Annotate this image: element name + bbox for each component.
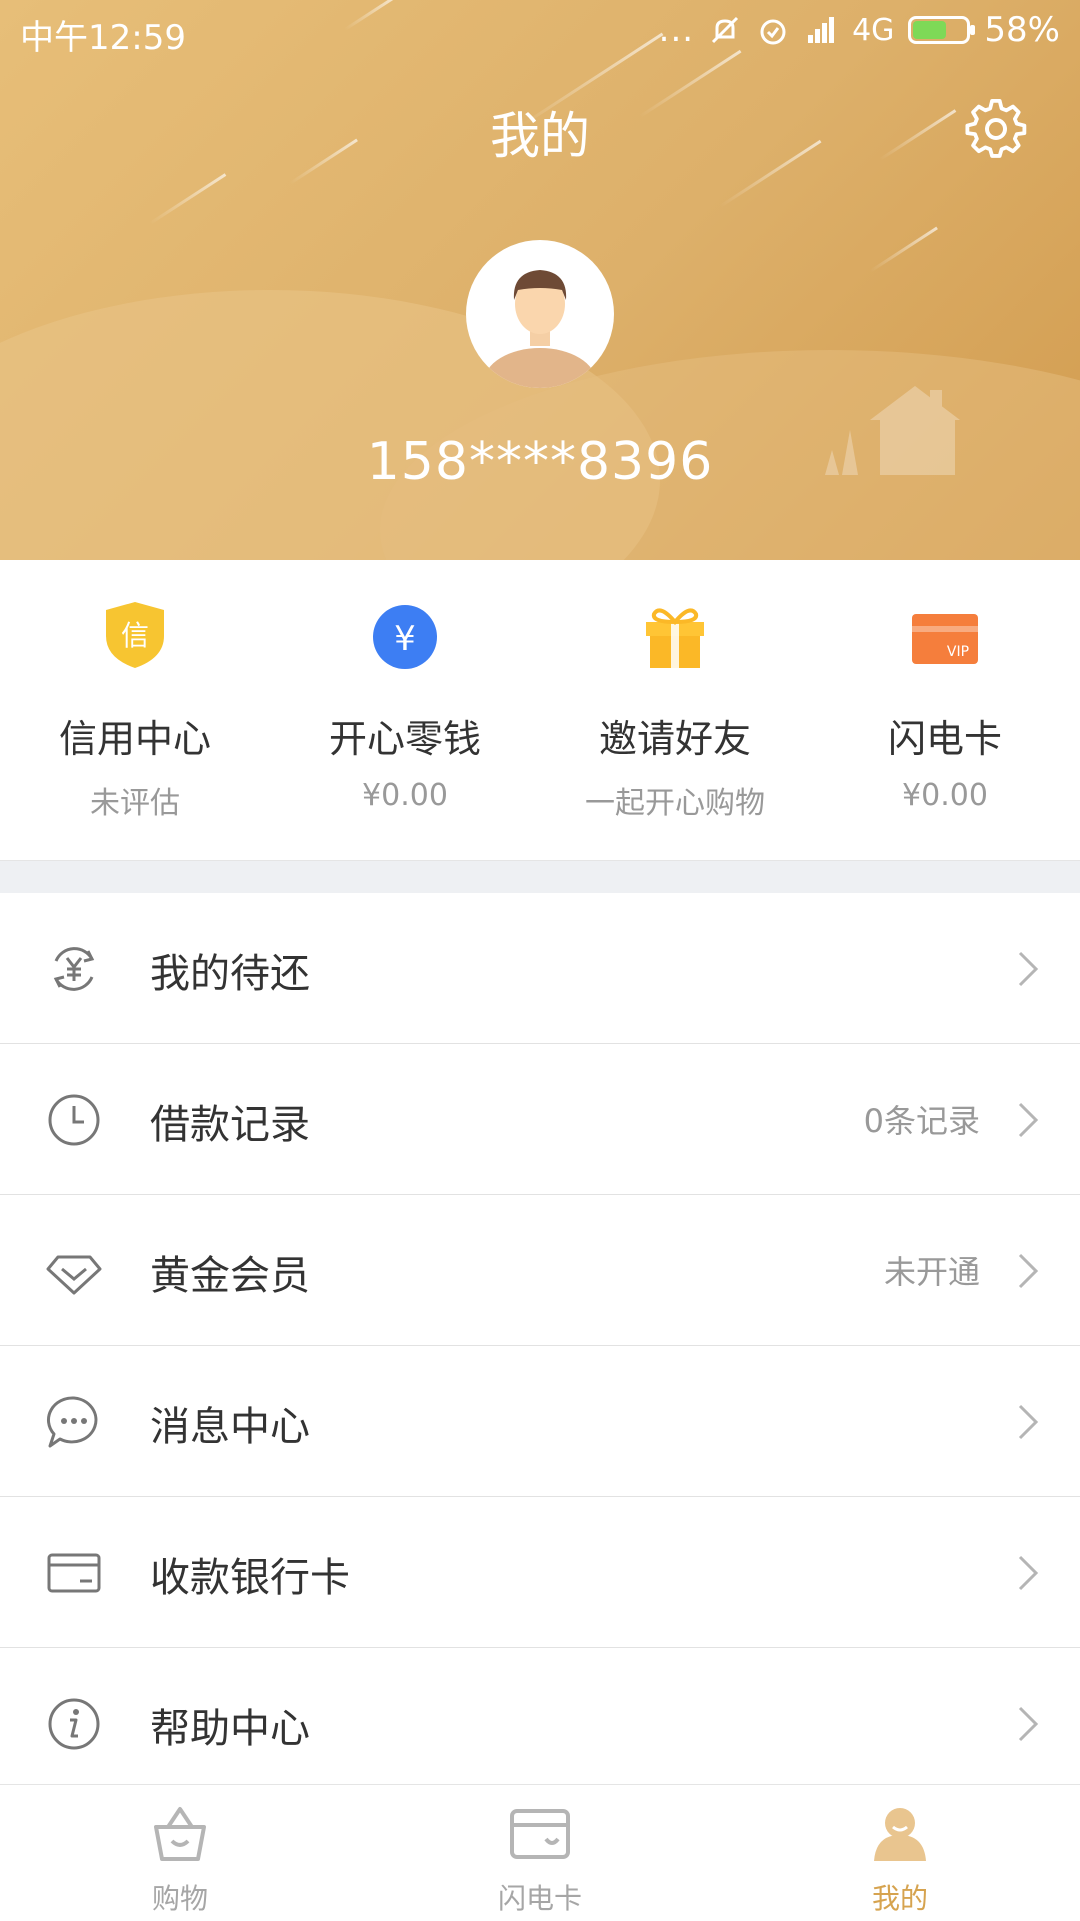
menu-item-label: 我的待还 xyxy=(150,951,310,997)
profile-header: 中午12:59 ... 4G 58% 我的 158****8396 xyxy=(0,0,1080,560)
alarm-icon xyxy=(760,19,786,45)
profile-screen: 中午12:59 ... 4G 58% 我的 158****8396 信 信用中心… xyxy=(0,0,1080,1921)
user-phone-number: 158****8396 xyxy=(366,432,714,492)
nav-tab-shopping[interactable]: 购物 xyxy=(0,1785,360,1921)
menu-item-message-center[interactable]: 消息中心 xyxy=(0,1346,1080,1497)
chevron-right-icon xyxy=(1018,1102,1039,1138)
quick-actions-bar: 信 信用中心 未评估 ¥ 开心零钱 ¥0.00 邀请好友 一起开心购物 VIP … xyxy=(0,560,1080,860)
meteor-streak xyxy=(869,226,938,273)
gift-icon xyxy=(646,608,704,668)
menu-list: 我的待还 借款记录 0条记录 黄金会员 未开通 消息中心 收款银行卡 帮助中心 xyxy=(0,893,1080,1799)
section-divider xyxy=(0,860,1080,894)
info-icon xyxy=(48,1698,100,1750)
quick-action-invite-friends[interactable]: 邀请好友 一起开心购物 xyxy=(540,560,810,860)
quick-action-label: 闪电卡 xyxy=(887,717,1002,761)
status-icons: ... 4G 58% xyxy=(659,10,1060,50)
meteor-streak xyxy=(149,173,227,225)
more-notifications-icon: ... xyxy=(658,10,695,50)
diamond-icon xyxy=(46,1255,102,1295)
menu-item-my-repayments[interactable]: 我的待还 xyxy=(0,893,1080,1044)
menu-item-label: 消息中心 xyxy=(150,1404,310,1450)
quick-action-credit-center[interactable]: 信 信用中心 未评估 xyxy=(0,560,270,860)
settings-gear-icon[interactable] xyxy=(965,98,1027,160)
quick-action-flash-card[interactable]: VIP 闪电卡 ¥0.00 xyxy=(810,560,1080,860)
chevron-right-icon xyxy=(1018,1555,1039,1591)
mute-bell-icon xyxy=(712,16,739,44)
yuan-cycle-icon xyxy=(53,947,95,991)
nav-tab-flash-card[interactable]: 闪电卡 xyxy=(360,1785,720,1921)
quick-action-sub: 未评估 xyxy=(90,786,180,821)
user-icon xyxy=(874,1808,926,1861)
quick-action-label: 开心零钱 xyxy=(328,717,481,761)
basket-icon xyxy=(154,1807,206,1861)
menu-item-value: 0条记录 xyxy=(863,1102,980,1140)
card-icon xyxy=(510,1809,570,1859)
menu-item-loan-records[interactable]: 借款记录 0条记录 xyxy=(0,1044,1080,1195)
chevron-right-icon xyxy=(1018,1404,1039,1440)
quick-action-sub: ¥0.00 xyxy=(362,778,448,813)
credit-shield-text: 信 xyxy=(121,619,149,652)
status-time: 中午12:59 xyxy=(20,18,186,58)
quick-action-label: 邀请好友 xyxy=(598,717,751,761)
menu-item-label: 帮助中心 xyxy=(150,1706,310,1752)
avatar[interactable] xyxy=(466,240,614,388)
menu-item-label: 收款银行卡 xyxy=(150,1555,350,1601)
quick-action-sub: 一起开心购物 xyxy=(585,786,765,821)
page-title: 我的 xyxy=(490,107,590,165)
yuan-coin-icon: ¥ xyxy=(373,605,437,669)
menu-item-value: 未开通 xyxy=(883,1253,980,1291)
battery-percent: 58% xyxy=(984,10,1060,50)
network-type: 4G xyxy=(852,12,895,48)
menu-item-label: 黄金会员 xyxy=(150,1253,310,1299)
quick-action-happy-change[interactable]: ¥ 开心零钱 ¥0.00 xyxy=(270,560,540,860)
battery-fill xyxy=(913,21,946,39)
vip-card-icon: VIP xyxy=(912,614,978,664)
battery-icon xyxy=(908,16,976,44)
chevron-right-icon xyxy=(1018,1706,1039,1742)
nav-tab-label: 购物 xyxy=(151,1882,208,1915)
bank-card-icon xyxy=(47,1553,101,1593)
chat-bubble-icon xyxy=(46,1396,98,1448)
credit-shield-icon: 信 xyxy=(106,602,164,668)
chevron-right-icon xyxy=(1018,1253,1039,1289)
vip-card-text: VIP xyxy=(947,644,969,660)
bottom-navigation: 购物 闪电卡 我的 xyxy=(0,1784,1080,1921)
quick-action-sub: ¥0.00 xyxy=(902,778,988,813)
menu-item-gold-membership[interactable]: 黄金会员 未开通 xyxy=(0,1195,1080,1346)
default-user-avatar-icon xyxy=(484,270,596,388)
menu-item-help-center[interactable]: 帮助中心 xyxy=(0,1648,1080,1799)
signal-icon xyxy=(808,17,835,43)
yuan-coin-text: ¥ xyxy=(394,619,416,659)
menu-item-label: 借款记录 xyxy=(150,1102,310,1148)
status-bar: 中午12:59 ... 4G 58% xyxy=(0,0,1080,60)
clock-icon xyxy=(48,1094,100,1146)
chevron-right-icon xyxy=(1018,951,1039,987)
nav-tab-label: 我的 xyxy=(871,1882,928,1915)
nav-tab-mine[interactable]: 我的 xyxy=(720,1785,1080,1921)
menu-item-bank-card[interactable]: 收款银行卡 xyxy=(0,1497,1080,1648)
nav-tab-label: 闪电卡 xyxy=(497,1882,582,1915)
quick-action-label: 信用中心 xyxy=(58,717,211,761)
